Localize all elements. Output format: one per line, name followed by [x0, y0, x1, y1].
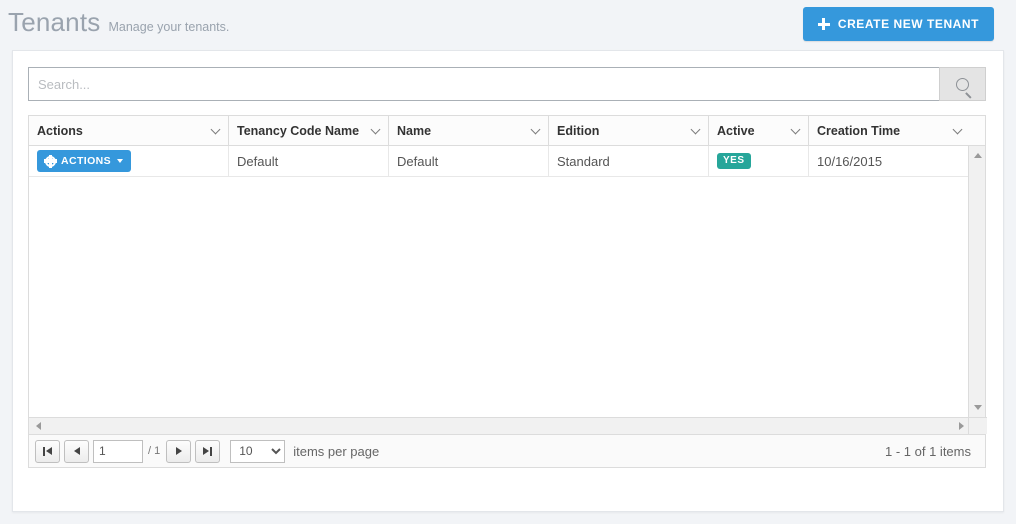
chevron-down-icon[interactable]	[212, 126, 221, 135]
cell-creation-time: 10/16/2015	[817, 153, 883, 169]
first-page-button[interactable]	[35, 439, 60, 463]
page-size-select[interactable]: 10	[230, 439, 286, 463]
chevron-down-icon[interactable]	[792, 126, 801, 135]
triangle-right	[959, 422, 964, 430]
plus-icon	[817, 18, 830, 30]
row-actions-label: ACTIONS	[61, 155, 112, 167]
create-new-tenant-label: CREATE NEW TENANT	[837, 17, 979, 31]
tenants-page: Tenants Manage your tenants. CREATE NEW …	[0, 0, 1016, 524]
column-header-creation-time[interactable]: Creation Time	[809, 116, 970, 145]
column-header-label: Active	[717, 123, 755, 138]
cell-edition: Standard	[549, 146, 709, 176]
caret-down-icon	[117, 159, 124, 163]
triangle-up	[973, 153, 982, 158]
page-number-input[interactable]	[93, 439, 143, 463]
vertical-scrollbar[interactable]	[968, 146, 985, 417]
previous-page-button[interactable]	[64, 439, 89, 463]
search-icon	[956, 77, 969, 91]
column-header-label: Name	[397, 123, 432, 138]
triangle-down	[973, 405, 982, 410]
gear-icon	[44, 154, 57, 168]
scroll-down-icon[interactable]	[969, 399, 986, 416]
page-title: Tenants	[8, 7, 101, 37]
scrollbar-corner	[968, 417, 985, 434]
cell-tenancy-code-name: Default	[229, 146, 389, 176]
next-page-button[interactable]	[166, 439, 192, 463]
horizontal-scrollbar[interactable]	[29, 417, 987, 434]
chevron-down-icon[interactable]	[532, 126, 541, 135]
items-per-page-label: items per page	[293, 443, 380, 459]
chevron-down-icon[interactable]	[372, 126, 381, 135]
go-to-last-page-icon	[203, 446, 213, 456]
row-actions-button[interactable]: ACTIONS	[37, 150, 132, 172]
create-new-tenant-button[interactable]: CREATE NEW TENANT	[802, 7, 994, 41]
column-header-name[interactable]: Name	[389, 116, 549, 145]
column-header-label: Creation Time	[817, 123, 901, 138]
pagination-range-info: 1 - 1 of 1 items	[885, 443, 971, 459]
column-header-label: Actions	[37, 123, 83, 138]
triangle-left	[36, 422, 41, 430]
column-header-active[interactable]: Active	[709, 116, 809, 145]
column-header-label: Edition	[557, 123, 600, 138]
scroll-right-icon[interactable]	[954, 418, 969, 434]
search-bar	[28, 67, 986, 101]
cell-actions: ACTIONS	[29, 146, 229, 176]
column-header-label: Tenancy Code Name	[237, 123, 360, 138]
chevron-down-icon[interactable]	[692, 126, 701, 135]
table-row: ACTIONS Default Default Standard YES 10/…	[29, 146, 985, 177]
previous-page-icon	[73, 447, 80, 455]
scroll-left-icon[interactable]	[31, 418, 46, 434]
cell-active: YES	[709, 146, 809, 176]
grid-header-row: Actions Tenancy Code Name Name Edition A…	[29, 116, 985, 146]
column-header-actions[interactable]: Actions	[29, 116, 229, 145]
search-input[interactable]	[28, 67, 939, 101]
grid-body: ACTIONS Default Default Standard YES 10/…	[29, 146, 985, 435]
scroll-up-icon[interactable]	[969, 147, 986, 164]
page-subtitle: Manage your tenants.	[108, 20, 230, 34]
column-header-edition[interactable]: Edition	[549, 116, 709, 145]
search-button[interactable]	[939, 67, 986, 101]
cell-name: Default	[389, 146, 549, 176]
tenants-card: Actions Tenancy Code Name Name Edition A…	[12, 50, 1004, 512]
column-header-tenancy-code-name[interactable]: Tenancy Code Name	[229, 116, 389, 145]
page-title-group: Tenants Manage your tenants.	[8, 7, 229, 38]
next-page-icon	[175, 447, 182, 455]
pagination-bar: / 1 10 items per page 1 - 1 of 1 items	[28, 435, 986, 468]
chevron-down-icon[interactable]	[954, 126, 963, 135]
last-page-button[interactable]	[195, 439, 221, 463]
go-to-first-page-icon	[43, 446, 52, 456]
status-badge: YES	[717, 153, 751, 169]
total-pages-label: / 1	[148, 445, 161, 457]
page-header: Tenants Manage your tenants. CREATE NEW …	[0, 0, 1016, 50]
tenants-grid: Actions Tenancy Code Name Name Edition A…	[28, 115, 987, 435]
